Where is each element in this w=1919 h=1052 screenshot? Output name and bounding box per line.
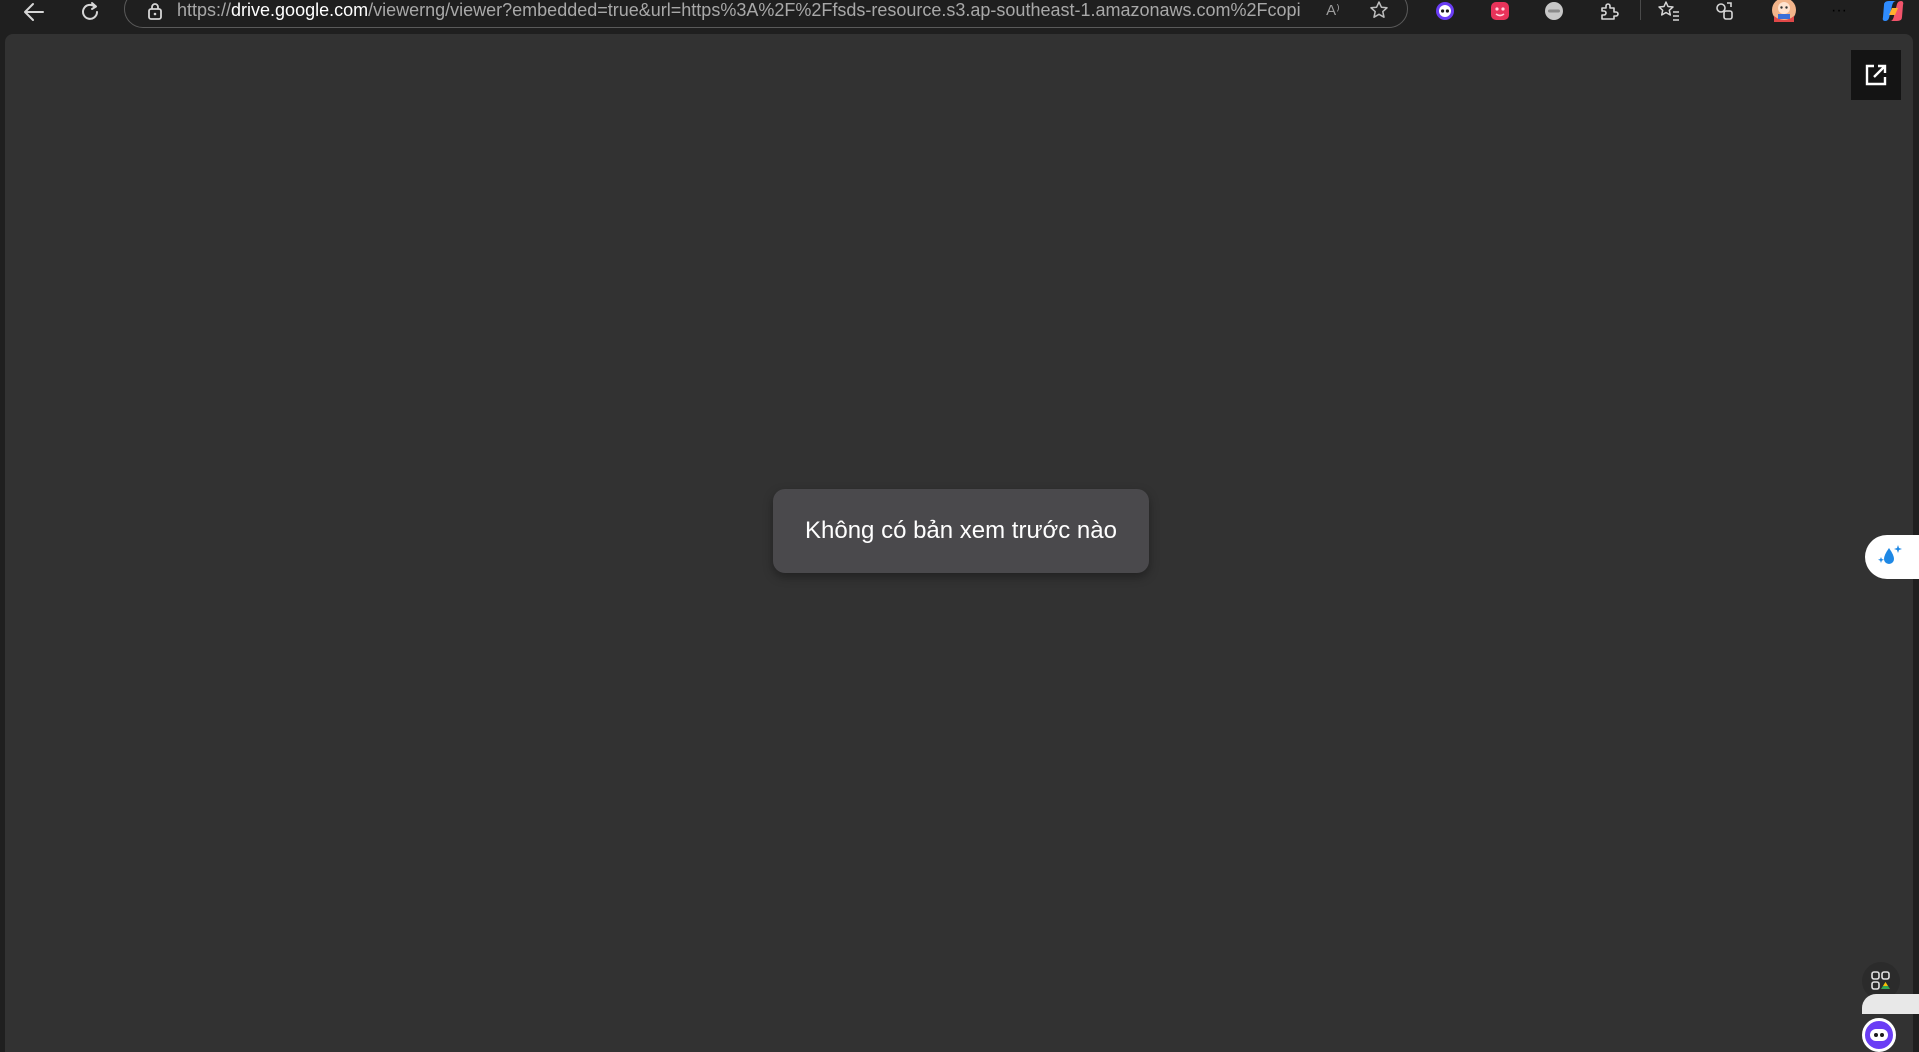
open-in-new-icon [1865, 64, 1887, 86]
refresh-button[interactable] [74, 0, 106, 24]
copilot-icon[interactable] [1878, 0, 1908, 22]
back-button[interactable] [18, 0, 50, 24]
avatar[interactable] [1767, 0, 1801, 22]
browser-toolbar: https://drive.google.com/viewerng/viewer… [0, 0, 1919, 34]
bot-floating-button[interactable] [1862, 1018, 1896, 1052]
lock-icon[interactable] [145, 1, 165, 21]
no-preview-message: Không có bản xem trước nào [773, 489, 1149, 573]
toolbar-divider [1640, 0, 1641, 20]
url-scheme: https:// [177, 0, 232, 20]
favorites-icon[interactable] [1654, 0, 1684, 22]
document-viewer: Không có bản xem trước nào [5, 34, 1913, 1052]
pink-extension-icon[interactable] [1485, 0, 1515, 22]
bot-extension-icon[interactable] [1430, 0, 1460, 22]
more-icon[interactable]: ··· [1824, 0, 1854, 22]
refresh-icon [82, 2, 98, 20]
gray-extension-icon[interactable] [1539, 0, 1569, 22]
url-text[interactable]: https://drive.google.com/viewerng/viewer… [177, 0, 1301, 21]
apps-grid-icon [1871, 971, 1890, 990]
url-path: /viewerng/viewer?embedded=true&url=https… [368, 0, 1301, 20]
star-icon[interactable] [1365, 0, 1393, 21]
puzzle-icon[interactable] [1594, 0, 1624, 22]
read-aloud-icon[interactable]: A⁾ [1319, 0, 1347, 21]
back-arrow-icon [24, 3, 44, 21]
collections-icon[interactable] [1709, 0, 1739, 22]
address-bar[interactable]: https://drive.google.com/viewerng/viewer… [124, 0, 1408, 28]
url-host: drive.google.com [231, 0, 369, 20]
sparkle-droplet-icon [1878, 545, 1902, 564]
bot-face-icon [1870, 1029, 1888, 1041]
side-tab-widget[interactable] [1862, 994, 1919, 1014]
ai-assistant-side-button[interactable] [1865, 535, 1919, 579]
open-in-new-window-button[interactable] [1851, 50, 1901, 100]
